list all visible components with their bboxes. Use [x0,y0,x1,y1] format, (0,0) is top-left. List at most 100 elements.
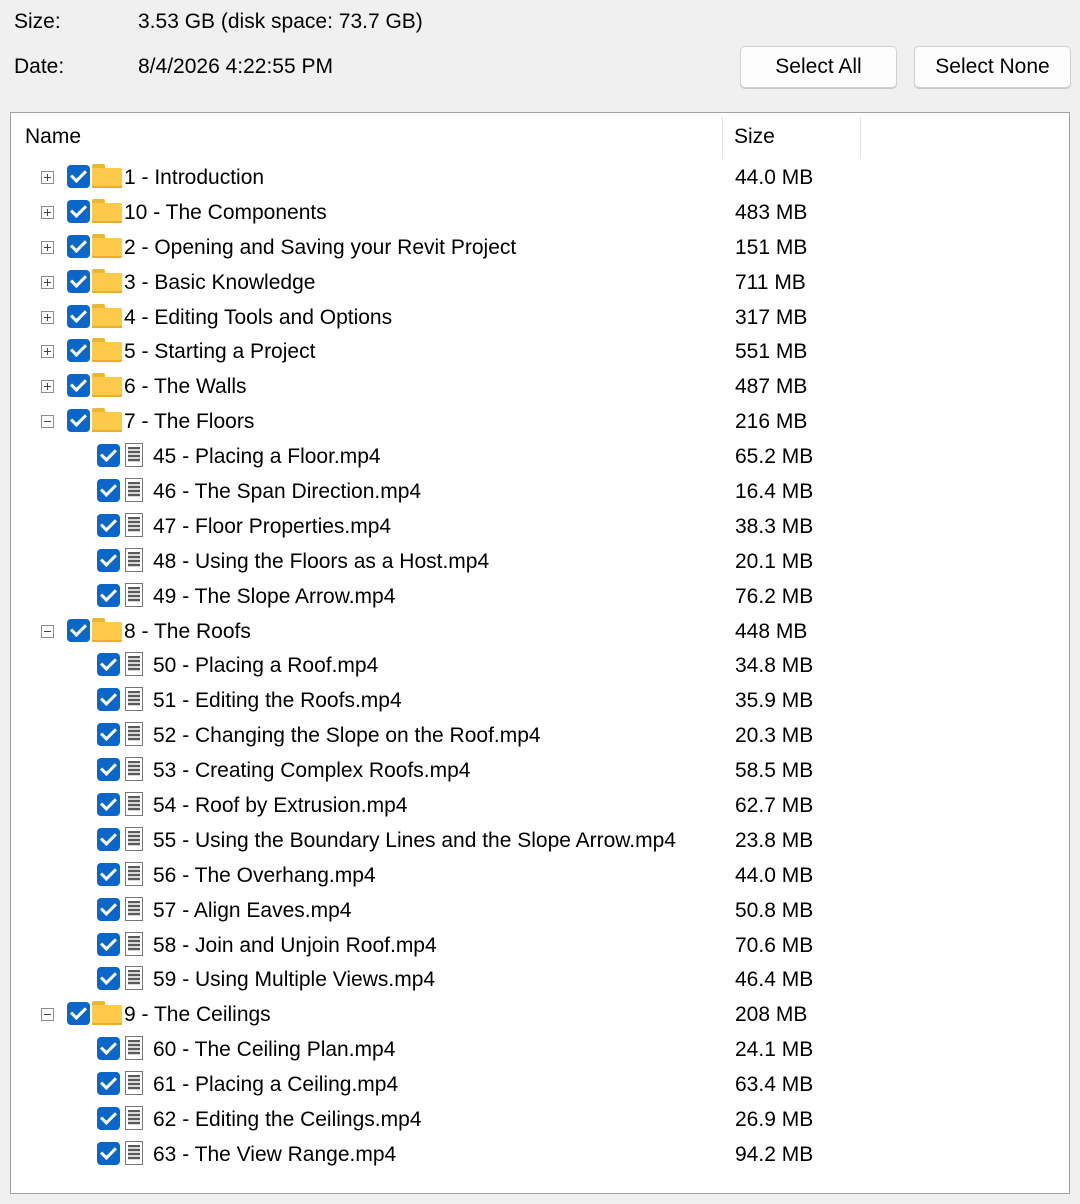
tree-row-file[interactable]: 45 - Placing a Floor.mp4 65.2 MB [11,439,1069,474]
video-file-icon [124,1140,145,1166]
item-size: 317 MB [735,305,808,329]
tree-row-file[interactable]: 56 - The Overhang.mp4 44.0 MB [11,858,1069,893]
checkbox[interactable] [67,409,90,433]
tree-row-file[interactable]: 59 - Using Multiple Views.mp4 46.4 MB [11,962,1069,997]
tree-row-file[interactable]: 63 - The View Range.mp4 94.2 MB [11,1137,1069,1172]
video-file-icon [124,931,145,957]
tree-row-file[interactable]: 50 - Placing a Roof.mp4 34.8 MB [11,648,1069,683]
expand-icon[interactable] [41,380,54,394]
column-header-name[interactable]: Name [25,125,81,149]
video-file-icon [124,722,145,747]
checkbox[interactable] [97,793,120,817]
file-tree[interactable]: Name Size 1 - Introduction 44.0 MB 10 - Th… [10,112,1070,1194]
expand-icon[interactable] [41,205,54,219]
tree-row-folder[interactable]: 4 - Editing Tools and Options 317 MB [11,300,1069,335]
tree-row-file[interactable]: 61 - Placing a Ceiling.mp4 63.4 MB [11,1067,1069,1102]
tree-row-file[interactable]: 53 - Creating Complex Roofs.mp4 58.5 MB [11,753,1069,788]
select-all-button[interactable]: Select All [740,46,897,88]
checkbox[interactable] [97,758,120,782]
item-size: 20.3 MB [735,724,814,748]
checkbox[interactable] [67,199,90,223]
item-name: 7 - The Floors [124,410,255,434]
column-separator[interactable] [722,116,723,159]
tree-row-file[interactable]: 58 - Join and Unjoin Roof.mp4 70.6 MB [11,928,1069,963]
collapse-icon[interactable] [41,624,54,638]
tree-row-file[interactable]: 48 - Using the Floors as a Host.mp4 20.1 … [11,544,1069,579]
collapse-icon[interactable] [41,1008,54,1022]
expand-icon[interactable] [41,171,54,184]
tree-row-file[interactable]: 57 - Align Eaves.mp4 50.8 MB [11,893,1069,928]
item-size: 44.0 MB [735,863,814,887]
item-name: 54 - Roof by Extrusion.mp4 [153,794,408,818]
checkbox[interactable] [97,513,120,537]
checkbox[interactable] [67,234,90,258]
tree-row-folder[interactable]: 3 - Basic Knowledge 711 MB [11,265,1069,300]
checkbox[interactable] [67,269,90,293]
size-label: Size: [14,10,61,33]
video-file-icon [124,582,145,608]
tree-row-file[interactable]: 46 - The Span Direction.mp4 16.4 MB [11,474,1069,509]
tree-row-file[interactable]: 52 - Changing the Slope on the Roof.mp4 2… [11,718,1069,753]
item-name: 59 - Using Multiple Views.mp4 [153,968,436,992]
tree-row-folder[interactable]: 5 - Starting a Project 551 MB [11,334,1069,369]
expand-icon[interactable] [41,310,54,324]
checkbox[interactable] [67,304,90,328]
item-name: 51 - Editing the Roofs.mp4 [153,689,402,713]
item-name: 53 - Creating Complex Roofs.mp4 [153,759,471,783]
tree-row-file[interactable]: 62 - Editing the Ceilings.mp4 26.9 MB [11,1102,1069,1137]
tree-row-file[interactable]: 51 - Editing the Roofs.mp4 35.9 MB [11,683,1069,718]
checkbox[interactable] [97,1107,120,1131]
checkbox[interactable] [97,653,120,677]
item-name: 6 - The Walls [124,375,247,399]
checkbox[interactable] [67,339,90,363]
item-name: 46 - The Span Direction.mp4 [153,480,422,504]
item-size: 44.0 MB [735,166,814,189]
checkbox[interactable] [97,688,120,712]
tree-row-folder[interactable]: 6 - The Walls 487 MB [11,369,1069,404]
item-size: 35.9 MB [735,689,814,713]
item-size: 551 MB [735,340,808,364]
item-size: 20.1 MB [735,549,814,573]
collapse-icon[interactable] [41,415,54,429]
tree-row-file[interactable]: 55 - Using the Boundary Lines and the Sl… [11,823,1069,858]
item-name: 1 - Introduction [124,166,265,189]
checkbox[interactable] [97,897,120,921]
expand-icon[interactable] [41,275,54,289]
tree-row-folder[interactable]: 10 - The Components 483 MB [11,195,1069,230]
checkbox[interactable] [67,1002,90,1026]
checkbox[interactable] [97,479,120,503]
tree-row-file[interactable]: 47 - Floor Properties.mp4 38.3 MB [11,509,1069,544]
checkbox[interactable] [97,444,120,468]
checkbox[interactable] [97,1037,120,1061]
checkbox[interactable] [67,618,90,642]
column-separator[interactable] [860,116,861,159]
checkbox[interactable] [97,1141,120,1165]
checkbox[interactable] [97,967,120,991]
expand-icon[interactable] [41,240,54,254]
expand-icon[interactable] [41,345,54,359]
item-name: 55 - Using the Boundary Lines and the Sl… [153,828,676,852]
tree-row-file[interactable]: 60 - The Ceiling Plan.mp4 24.1 MB [11,1032,1069,1067]
item-size: 448 MB [735,619,808,643]
item-name: 49 - The Slope Arrow.mp4 [153,584,396,608]
tree-row-folder[interactable]: 1 - Introduction 44.0 MB [11,160,1069,195]
select-none-button[interactable]: Select None [914,46,1071,88]
tree-row-file[interactable]: 49 - The Slope Arrow.mp4 76.2 MB [11,579,1069,614]
checkbox[interactable] [97,827,120,851]
tree-row-folder[interactable]: 7 - The Floors 216 MB [11,404,1069,439]
checkbox[interactable] [97,932,120,956]
checkbox[interactable] [97,548,120,572]
checkbox[interactable] [97,723,120,747]
video-file-icon [124,512,145,538]
tree-row-folder[interactable]: 9 - The Ceilings 208 MB [11,997,1069,1032]
tree-row-file[interactable]: 54 - Roof by Extrusion.mp4 62.7 MB [11,788,1069,823]
column-header-size[interactable]: Size [734,125,775,149]
checkbox[interactable] [67,374,90,398]
checkbox[interactable] [97,862,120,886]
item-size: 34.8 MB [735,654,814,678]
tree-row-folder[interactable]: 8 - The Roofs 448 MB [11,614,1069,649]
tree-row-folder[interactable]: 2 - Opening and Saving your Revit Projec… [11,230,1069,265]
checkbox[interactable] [97,583,120,607]
checkbox[interactable] [97,1072,120,1096]
checkbox[interactable] [67,165,90,188]
